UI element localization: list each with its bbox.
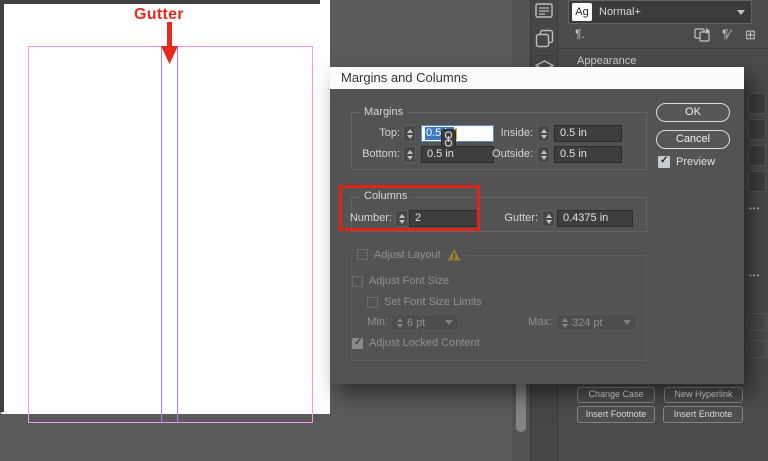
panel-control-partial[interactable] bbox=[748, 93, 766, 114]
redefine-style-icon[interactable] bbox=[694, 28, 711, 42]
chain-link-icon bbox=[444, 131, 453, 147]
margins-group-label: Margins bbox=[360, 106, 408, 118]
more-options-ellipsis[interactable]: ••• bbox=[749, 271, 760, 280]
bottom-spinner[interactable] bbox=[403, 146, 416, 163]
page-shadow bbox=[0, 0, 320, 4]
notes-list-icon[interactable] bbox=[535, 3, 554, 19]
column-guide-right bbox=[177, 46, 178, 423]
set-font-size-limits-checkbox bbox=[367, 296, 378, 308]
gutter-spinner[interactable] bbox=[542, 210, 555, 227]
paragraph-style-value: Normal+ bbox=[599, 6, 641, 18]
top-spinner[interactable] bbox=[403, 125, 416, 142]
add-options-icon[interactable]: ⊞ bbox=[745, 27, 756, 43]
down-arrow-icon bbox=[161, 22, 178, 64]
appearance-section-heading: Appearance bbox=[577, 55, 637, 67]
columns-highlight-annotation bbox=[339, 185, 480, 231]
margin-guide-right bbox=[312, 46, 313, 423]
adjust-locked-content-row: ✓ Adjust Locked Content bbox=[352, 337, 480, 349]
adjust-locked-content-label: Adjust Locked Content bbox=[369, 337, 480, 349]
bottom-label: Bottom: bbox=[362, 148, 400, 160]
adjust-font-size-label: Adjust Font Size bbox=[369, 275, 450, 287]
inside-margin-field[interactable]: 0.5 in bbox=[554, 125, 622, 142]
cancel-button[interactable]: Cancel bbox=[656, 130, 730, 149]
outside-margin-field[interactable]: 0.5 in bbox=[554, 146, 622, 163]
max-dropdown: 324 pt bbox=[556, 314, 637, 331]
paragraph-mark-icon[interactable]: ¶. bbox=[575, 27, 585, 41]
panel-control-partial[interactable] bbox=[747, 340, 767, 358]
dialog-title-bar[interactable]: Margins and Columns bbox=[330, 67, 744, 89]
margin-guide-left bbox=[28, 46, 29, 423]
page-shadow bbox=[0, 0, 4, 412]
gutter-field[interactable]: 0.4375 in bbox=[557, 210, 633, 227]
link-margins-button[interactable] bbox=[441, 129, 456, 149]
panel-control-partial[interactable] bbox=[748, 171, 766, 192]
top-label: Top: bbox=[379, 127, 400, 139]
strip-divider bbox=[534, 55, 554, 56]
adjust-layout-checkbox bbox=[357, 249, 368, 260]
min-dropdown: 6 pt bbox=[391, 314, 459, 331]
panel-control-partial[interactable] bbox=[748, 145, 766, 166]
set-font-size-limits-row: Set Font Size Limits bbox=[367, 296, 482, 308]
margin-guide-bottom bbox=[28, 422, 312, 423]
preview-checkbox-row[interactable]: ✓ Preview bbox=[658, 155, 716, 168]
chevron-down-icon bbox=[445, 320, 453, 325]
new-hyperlink-button[interactable]: New Hyperlink bbox=[664, 387, 743, 403]
gutter-label: Gutter: bbox=[504, 212, 538, 224]
adjust-font-size-row: Adjust Font Size bbox=[352, 275, 449, 287]
inside-spinner[interactable] bbox=[537, 125, 550, 142]
panel-divider bbox=[558, 48, 768, 49]
max-label: Max: bbox=[528, 316, 552, 328]
max-value: 324 pt bbox=[572, 316, 603, 329]
change-case-button[interactable]: Change Case bbox=[577, 387, 655, 403]
min-value: 6 pt bbox=[407, 316, 426, 329]
adjust-locked-content-checkbox: ✓ bbox=[352, 336, 363, 349]
panel-control-partial[interactable] bbox=[747, 313, 767, 331]
insert-footnote-button[interactable]: Insert Footnote bbox=[577, 406, 655, 423]
dialog-title: Margins and Columns bbox=[341, 70, 468, 85]
canvas-scrollbar-thumb[interactable] bbox=[516, 376, 526, 432]
min-label: Min: bbox=[367, 316, 388, 328]
warning-icon bbox=[447, 249, 461, 260]
paragraph-options-icon[interactable]: ¶⁄ bbox=[722, 27, 730, 41]
more-options-ellipsis[interactable]: ••• bbox=[749, 204, 760, 213]
outside-label: Outside: bbox=[492, 148, 533, 160]
set-font-size-limits-label: Set Font Size Limits bbox=[384, 296, 482, 308]
character-style-badge: Ag bbox=[572, 3, 592, 21]
outside-spinner[interactable] bbox=[537, 146, 550, 163]
ok-button[interactable]: OK bbox=[656, 103, 730, 122]
pages-icon[interactable] bbox=[535, 29, 554, 48]
preview-label: Preview bbox=[676, 156, 716, 168]
chevron-down-icon bbox=[737, 10, 745, 15]
insert-endnote-button[interactable]: Insert Endnote bbox=[663, 406, 743, 423]
chevron-down-icon bbox=[623, 320, 631, 325]
inside-label: Inside: bbox=[500, 127, 533, 139]
adjust-layout-label: Adjust Layout bbox=[374, 248, 441, 261]
paragraph-style-dropdown[interactable]: Ag Normal+ bbox=[568, 0, 752, 24]
adjust-layout-row: Adjust Layout bbox=[353, 248, 465, 261]
adjust-font-size-checkbox bbox=[352, 275, 363, 287]
indesign-workspace: Gutter Ag Normal+ ¶. ¶⁄ ⊞ Appearance •••… bbox=[0, 0, 768, 461]
column-guide-left bbox=[161, 46, 162, 423]
preview-checkbox[interactable]: ✓ bbox=[658, 155, 670, 168]
panel-control-partial[interactable] bbox=[748, 119, 766, 140]
